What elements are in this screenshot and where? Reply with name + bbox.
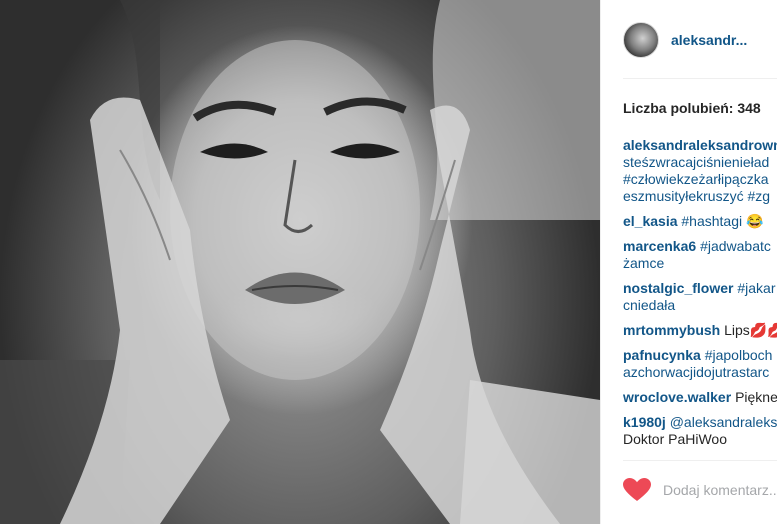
list-item: marcenka6 #jadwabatc żamce xyxy=(623,238,777,272)
comment-bar xyxy=(623,476,777,504)
comment-username[interactable]: wroclove.walker xyxy=(623,389,731,405)
avatar[interactable] xyxy=(623,22,659,58)
comment-text[interactable]: #jakar xyxy=(737,280,775,296)
comment-text[interactable]: #jadwabatc xyxy=(700,238,771,254)
comment-text[interactable]: cniedała xyxy=(623,297,777,314)
comment-username[interactable]: aleksandraleksandrowna xyxy=(623,137,777,153)
comment-username[interactable]: mrtommybush xyxy=(623,322,720,338)
comments-list[interactable]: aleksandraleksandrowna steśzwracajciśnie… xyxy=(623,137,777,455)
list-item: k1980j @aleksandraleks Doktor PaHiWoo xyxy=(623,414,777,448)
comment-username[interactable]: nostalgic_flower xyxy=(623,280,733,296)
comment-username[interactable]: pafnucynka xyxy=(623,347,701,363)
footer-divider xyxy=(623,460,777,461)
add-comment-input[interactable] xyxy=(663,482,777,498)
heart-icon[interactable] xyxy=(623,478,651,502)
comment-text[interactable]: @aleksandraleks xyxy=(670,414,777,430)
comment-username[interactable]: marcenka6 xyxy=(623,238,696,254)
comment-text: Lips💋💋 xyxy=(724,322,777,338)
comment-text[interactable]: eszmusityłekruszyć #zg xyxy=(623,188,777,205)
likes-count[interactable]: Liczba polubień: 348 xyxy=(623,100,761,116)
list-item: wroclove.walker Piękne xyxy=(623,389,777,406)
comment-text: Doktor PaHiWoo xyxy=(623,431,728,447)
comment-text[interactable]: #hashtagi 😂 xyxy=(681,213,763,229)
post-header: aleksandr... xyxy=(623,18,777,62)
list-item: mrtommybush Lips💋💋 xyxy=(623,322,777,339)
comment-username[interactable]: el_kasia xyxy=(623,213,678,229)
list-item: aleksandraleksandrowna steśzwracajciśnie… xyxy=(623,137,777,205)
comment-text[interactable]: steśzwracajciśnienieład xyxy=(623,154,777,171)
list-item: pafnucynka #japolboch azchorwacjidojutra… xyxy=(623,347,777,381)
username-link[interactable]: aleksandr... xyxy=(671,32,747,48)
comment-text[interactable]: azchorwacjidojutrastarc xyxy=(623,364,777,381)
list-item: nostalgic_flower #jakar cniedała xyxy=(623,280,777,314)
comment-text: Piękne xyxy=(735,389,777,405)
post-side-panel: aleksandr... Liczba polubień: 348 aleksa… xyxy=(600,0,777,524)
comment-text[interactable]: #człowiekzeżarłipączka xyxy=(623,171,777,188)
comment-text[interactable]: żamce xyxy=(623,255,777,272)
header-divider xyxy=(623,78,777,79)
list-item: el_kasia #hashtagi 😂 xyxy=(623,213,777,230)
comment-text[interactable]: #japolboch xyxy=(705,347,773,363)
comment-username[interactable]: k1980j xyxy=(623,414,666,430)
portrait-image xyxy=(0,0,600,524)
post-photo[interactable] xyxy=(0,0,600,524)
